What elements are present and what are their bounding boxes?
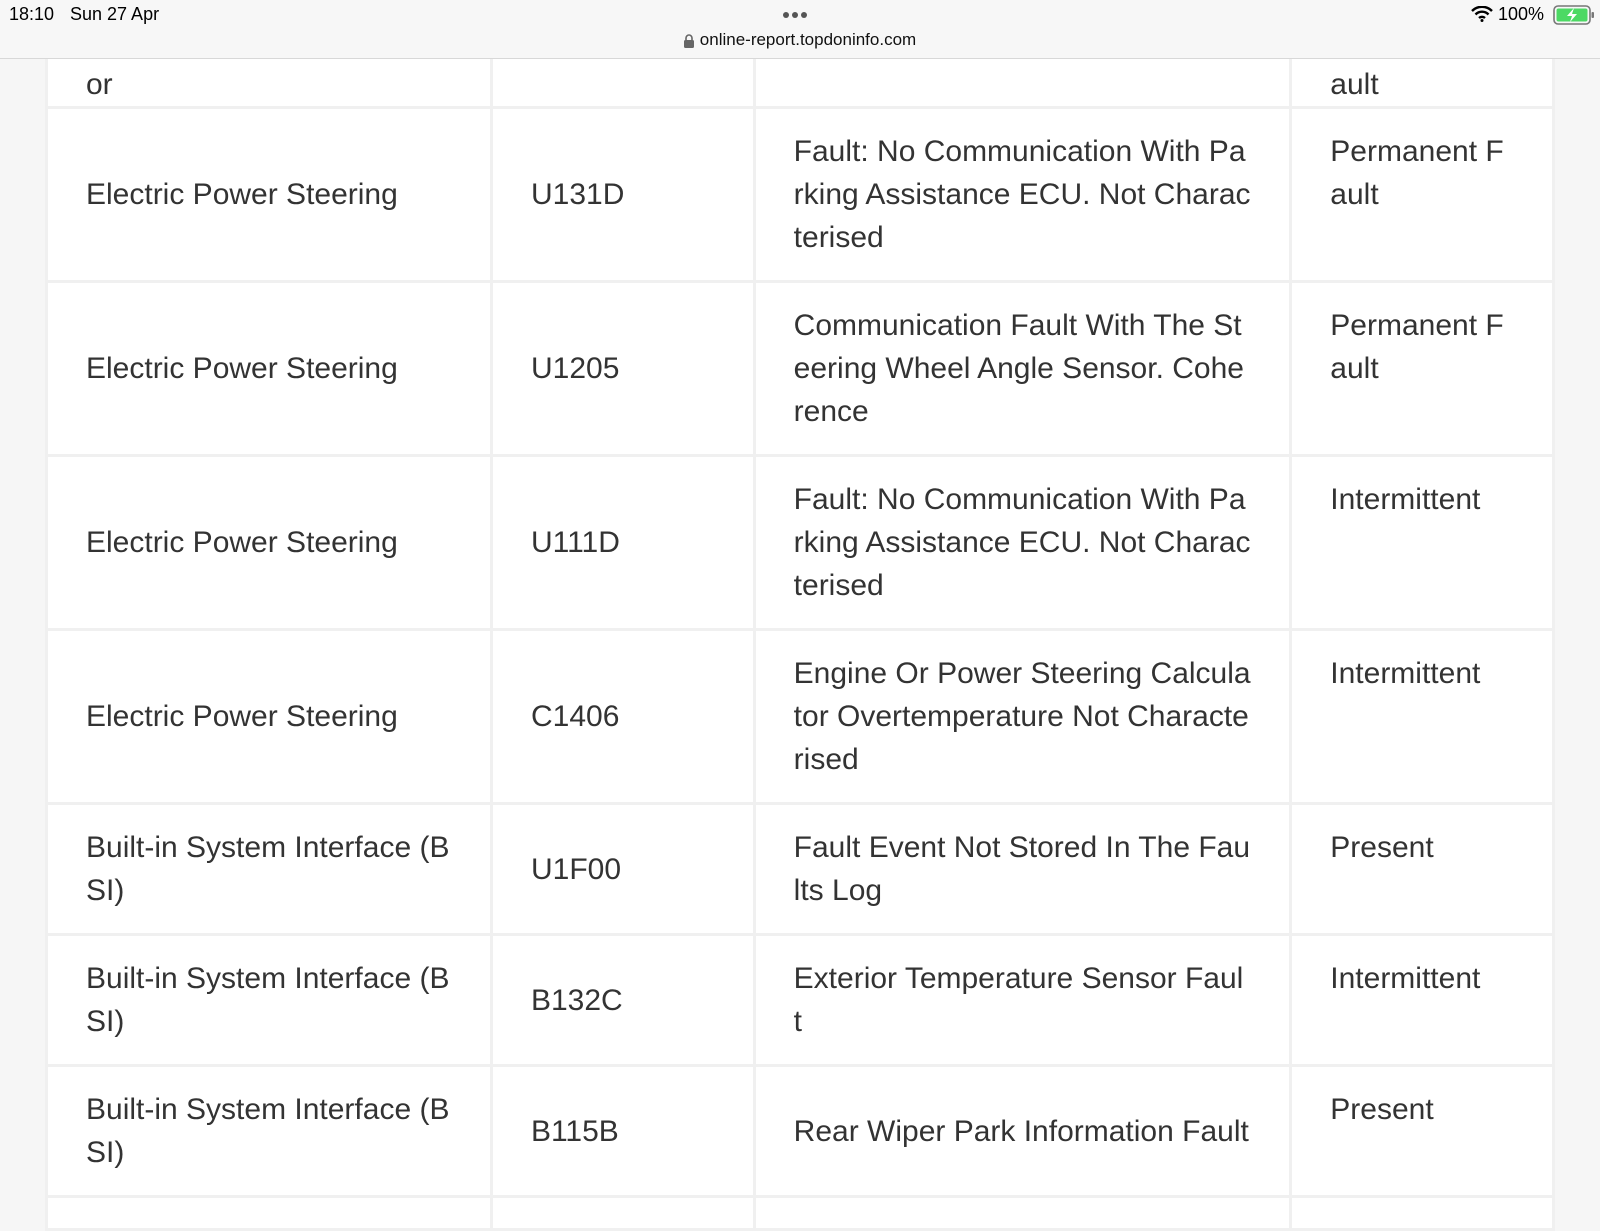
more-dots-icon[interactable]	[783, 12, 807, 18]
code-cell: B132C	[489, 933, 756, 1067]
status-time: 18:10	[9, 4, 55, 24]
description-cell: Fault: No Communication With Parking Ass…	[752, 106, 1293, 283]
system-cell: Electric Power Steering	[45, 106, 493, 283]
system-cell: Built-in System Interface (BSI)	[45, 933, 493, 1067]
description-cell: Communication Fault With The Steering Wh…	[752, 280, 1293, 457]
description-cell	[752, 1195, 1293, 1231]
status-cell: ault	[1289, 58, 1555, 109]
code-cell: U1205	[489, 280, 756, 457]
system-cell	[45, 1195, 493, 1231]
table-row-partial	[45, 1195, 1555, 1231]
code-cell: U1F00	[489, 802, 756, 936]
system-cell: or	[45, 58, 493, 109]
fault-codes-table: or ault Electric Power Steering U131D Fa…	[45, 58, 1555, 1231]
code-cell: C1406	[489, 628, 756, 805]
table-row: Electric Power Steering U131D Fault: No …	[45, 106, 1555, 283]
description-cell: Rear Wiper Park Information Fault	[752, 1064, 1293, 1198]
lock-icon	[683, 33, 694, 48]
battery-charging-icon	[1553, 5, 1594, 25]
status-date: Sun 27 Apr	[70, 4, 160, 24]
table-row: Electric Power Steering C1406 Engine Or …	[45, 628, 1555, 805]
code-cell	[489, 1195, 756, 1231]
table-row: Electric Power Steering U111D Fault: No …	[45, 454, 1555, 631]
table-row: Built-in System Interface (BSI) U1F00 Fa…	[45, 802, 1555, 936]
description-cell	[752, 58, 1293, 109]
code-cell: U131D	[489, 106, 756, 283]
description-cell: Engine Or Power Steering Calculator Over…	[752, 628, 1293, 805]
code-cell: B115B	[489, 1064, 756, 1198]
system-cell: Built-in System Interface (BSI)	[45, 802, 493, 936]
description-cell: Fault: No Communication With Parking Ass…	[752, 454, 1293, 631]
address-bar[interactable]: online-report.topdoninfo.com	[0, 30, 1600, 50]
code-cell: U111D	[489, 454, 756, 631]
ios-status-bar: 18:10 Sun 27 Apr online-report.topdoninf…	[0, 0, 1600, 59]
system-cell: Electric Power Steering	[45, 280, 493, 457]
table-row-partial: or ault	[45, 58, 1555, 109]
system-cell: Electric Power Steering	[45, 628, 493, 805]
code-cell	[489, 58, 756, 109]
description-cell: Exterior Temperature Sensor Fault	[752, 933, 1293, 1067]
status-cell	[1289, 1195, 1555, 1231]
description-cell: Fault Event Not Stored In The Faults Log	[752, 802, 1293, 936]
url-text: online-report.topdoninfo.com	[699, 30, 917, 49]
system-cell: Built-in System Interface (BSI)	[45, 1064, 493, 1198]
status-cell: Intermittent	[1289, 454, 1555, 631]
status-cell: Permanent Fault	[1289, 106, 1555, 283]
battery-percent: 100%	[1498, 4, 1545, 24]
table-row: Built-in System Interface (BSI) B132C Ex…	[45, 933, 1555, 1067]
table-row: Electric Power Steering U1205 Communicat…	[45, 280, 1555, 457]
status-cell: Intermittent	[1289, 628, 1555, 805]
wifi-icon	[1471, 6, 1493, 22]
status-cell: Intermittent	[1289, 933, 1555, 1067]
status-cell: Present	[1289, 802, 1555, 936]
system-cell: Electric Power Steering	[45, 454, 493, 631]
status-cell: Present	[1289, 1064, 1555, 1198]
status-cell: Permanent Fault	[1289, 280, 1555, 457]
table-row: Built-in System Interface (BSI) B115B Re…	[45, 1064, 1555, 1198]
